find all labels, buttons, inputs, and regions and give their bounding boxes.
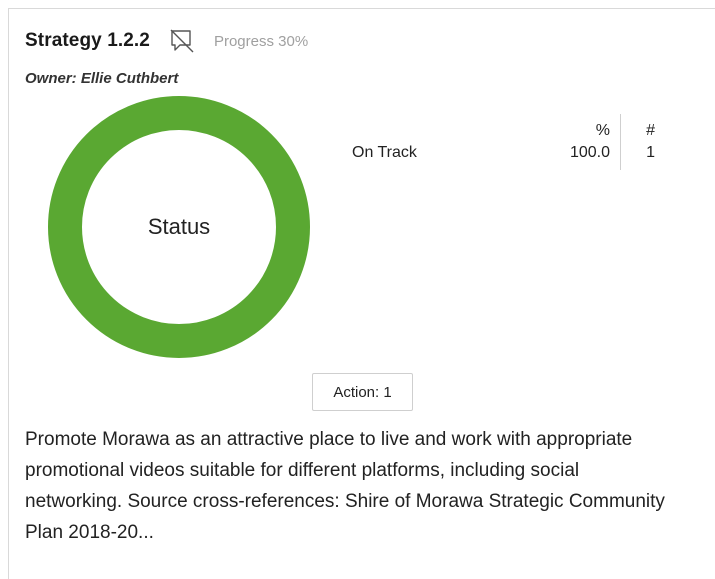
strategy-description: Promote Morawa as an attractive place to… — [25, 429, 665, 543]
donut-svg — [48, 96, 310, 358]
action-count-button[interactable]: Action: 1 — [312, 373, 413, 411]
legend-row-count: 1 — [646, 144, 655, 161]
status-donut-chart: Status — [48, 96, 310, 358]
legend-header-name — [352, 114, 492, 142]
legend-row-pct: 100.0 — [492, 142, 621, 170]
legend-row[interactable]: On Track 100.0 1 — [352, 142, 655, 170]
owner-label: Owner: Ellie Cuthbert — [25, 70, 179, 87]
legend-header-row: % # — [352, 114, 655, 142]
status-legend-table: % # On Track 100.0 1 — [352, 114, 655, 170]
legend-header-count: # — [646, 122, 655, 139]
strategy-title: Strategy 1.2.2 — [25, 30, 150, 51]
card-header: Strategy 1.2.2 Progress 30% — [25, 25, 308, 57]
legend-row-label: On Track — [352, 144, 417, 161]
legend-header-pct: % — [492, 114, 621, 142]
progress-label: Progress 30% — [213, 32, 309, 50]
donut-slice-on-track[interactable] — [48, 96, 310, 358]
comment-off-icon[interactable] — [166, 26, 196, 56]
